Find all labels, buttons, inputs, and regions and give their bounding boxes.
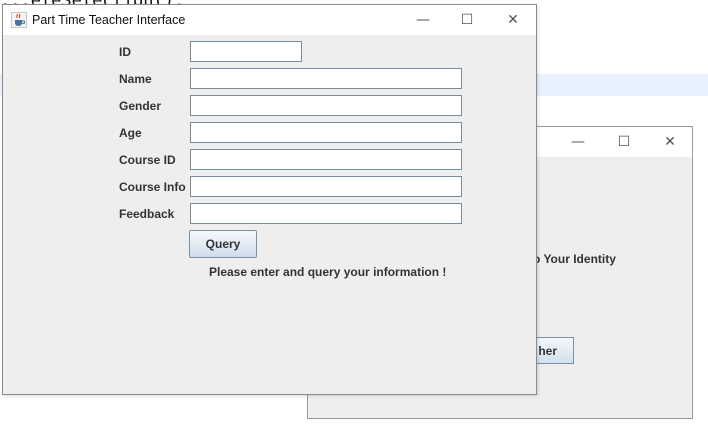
maximize-icon[interactable]: ☐ <box>447 5 487 35</box>
age-field[interactable] <box>190 122 462 143</box>
identity-prompt-fragment: o Your Identity <box>533 252 616 266</box>
teacher-button-fragment[interactable]: her <box>532 337 574 364</box>
minimize-icon[interactable]: — <box>403 5 443 35</box>
gender-label: Gender <box>119 99 162 113</box>
course-id-field[interactable] <box>190 149 462 170</box>
maximize-icon[interactable]: ☐ <box>604 127 644 157</box>
window-titlebar[interactable]: Part Time Teacher Interface — ☐ ✕ <box>3 5 536 35</box>
gender-field[interactable] <box>190 95 462 116</box>
feedback-field[interactable] <box>190 203 462 224</box>
part-time-teacher-window[interactable]: Part Time Teacher Interface — ☐ ✕ ID Nam… <box>2 4 537 395</box>
name-label: Name <box>119 72 152 86</box>
course-info-field[interactable] <box>190 176 462 197</box>
name-field[interactable] <box>190 68 462 89</box>
id-label: ID <box>119 45 131 59</box>
window-title: Part Time Teacher Interface <box>32 13 186 27</box>
close-icon[interactable]: ✕ <box>493 5 533 35</box>
feedback-label: Feedback <box>119 207 175 221</box>
id-field[interactable] <box>190 41 302 62</box>
query-button[interactable]: Query <box>189 230 257 258</box>
status-message: Please enter and query your information … <box>209 265 447 279</box>
close-icon[interactable]: ✕ <box>650 127 690 157</box>
java-cup-icon <box>11 12 27 28</box>
minimize-icon[interactable]: — <box>558 127 598 157</box>
age-label: Age <box>119 126 142 140</box>
course-info-label: Course Info <box>119 180 186 194</box>
course-id-label: Course ID <box>119 153 176 167</box>
